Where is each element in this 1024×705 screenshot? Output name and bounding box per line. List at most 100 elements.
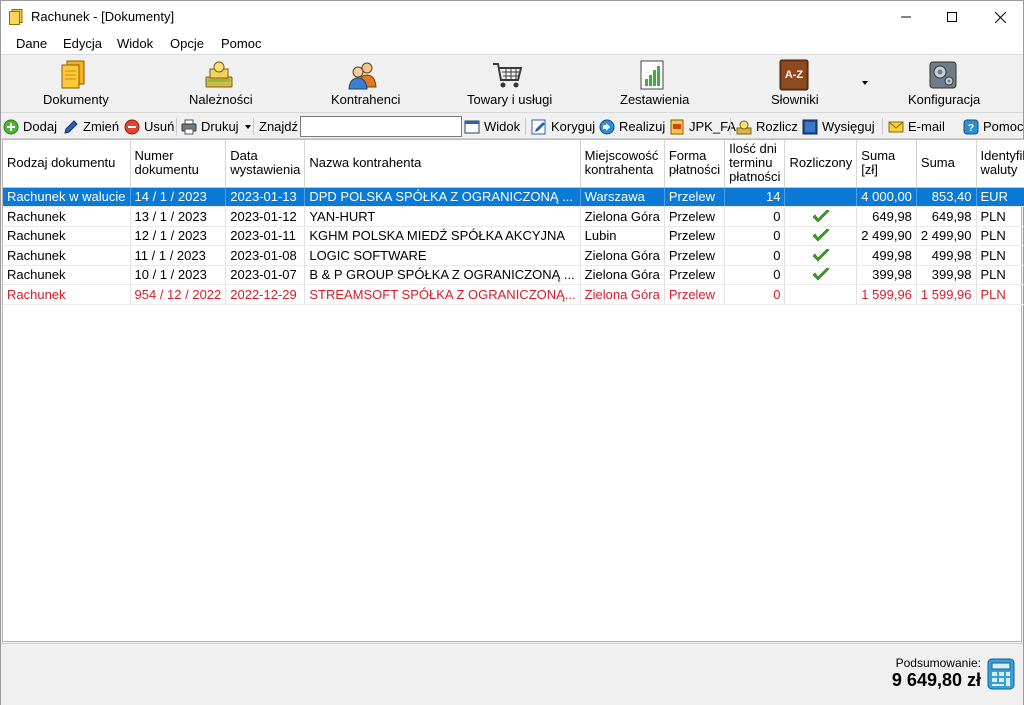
add-icon [3,119,19,134]
cell-miejscowosc: Warszawa [580,187,665,207]
menu-widok[interactable]: Widok [116,36,154,51]
dictionary-book-icon: A-Z [779,59,809,91]
menu-pomoc[interactable]: Pomoc [220,36,262,51]
kontrahenci-button[interactable]: Kontrahenci [329,56,400,112]
rozlicz-button[interactable]: Rozlicz [736,117,798,136]
zestawienia-label: Zestawienia [620,92,690,107]
widok-button[interactable]: Widok [464,117,520,136]
cell-rodzaj: Rachunek [3,226,131,246]
dropdown-arrow-icon [862,81,868,85]
znajdz-label: Znajdź [259,119,299,134]
checkmark-icon [812,228,830,242]
koryguj-button[interactable]: Koryguj [531,117,595,136]
documents-icon [61,60,85,89]
column-header[interactable]: Ilość dni terminu płatności [724,140,786,188]
cell-nazwa: DPD POLSKA SPÓŁKA Z OGRANICZONĄ ... [304,187,581,207]
column-header[interactable]: Rozliczony [784,140,858,188]
title-bar: Rachunek - [Dokumenty] [1,1,1023,33]
email-button[interactable]: E-mail [888,117,945,136]
column-header[interactable]: Identyfikator waluty [976,140,1024,188]
cell-rozliczony [784,265,858,285]
calculator-icon[interactable] [987,658,1015,690]
column-header[interactable]: Miejscowość kontrahenta [580,140,665,188]
slowniki-icon-text: A-Z [785,69,804,81]
help-icon: ? [963,119,979,134]
cell-rozliczony [784,245,858,266]
cell-numer: 14 / 1 / 2023 [130,187,227,207]
printer-icon [181,119,197,134]
cell-forma: Przelew [664,284,726,305]
cell-suma: 399,98 [916,265,977,285]
jpk-button[interactable]: JPK_FA [669,117,736,136]
cell-ilosc: 0 [724,284,786,305]
usun-button[interactable]: Usuń [124,117,174,136]
pomoc-button[interactable]: ? Pomoc [963,117,1023,136]
column-header[interactable]: Suma [916,140,977,188]
summary-value: 9 649,80 zł [891,670,981,690]
slowniki-button[interactable]: A-Z Słowniki [767,56,823,112]
naleznosci-label: Należności [189,92,253,107]
action-toolbar: Dodaj Zmień Usuń Drukuj Znajdź Widok Kor… [1,114,1023,139]
app-document-icon [9,9,23,25]
view-window-icon [464,120,480,133]
cell-rozliczony [784,284,858,305]
drukuj-button[interactable]: Drukuj [181,117,251,136]
dodaj-button[interactable]: Dodaj [3,117,57,136]
table-row[interactable]: Rachunek 13 / 1 / 2023 2023-01-12 YAN-HU… [3,206,1024,227]
email-envelope-icon [888,121,904,132]
cell-suma-zl: 1 599,96 [856,284,917,305]
realizuj-button[interactable]: Realizuj [599,117,665,136]
shopping-cart-icon [493,63,523,88]
cell-suma: 499,98 [916,245,977,266]
zmien-button[interactable]: Zmień [63,117,119,136]
documents-grid[interactable]: Rodzaj dokumentu Numer dokumentu Data wy… [2,139,1024,642]
konfiguracja-button[interactable]: Konfiguracja [905,56,981,112]
column-header[interactable]: Rodzaj dokumentu [3,140,131,188]
cell-waluta: EUR [976,187,1024,207]
table-row[interactable]: Rachunek w walucie 14 / 1 / 2023 2023-01… [3,187,1024,207]
drukuj-dropdown-icon [244,124,251,129]
column-header[interactable]: Nazwa kontrahenta [304,140,581,188]
column-header[interactable]: Data wystawienia [225,140,306,188]
cell-data: 2023-01-11 [225,226,306,246]
cell-suma-zl: 649,98 [856,206,917,227]
table-row[interactable]: Rachunek 12 / 1 / 2023 2023-01-11 KGHM P… [3,226,1024,246]
cell-waluta: PLN [976,206,1024,227]
wysiegnij-label: Wysięguj [822,119,875,134]
realize-icon [599,119,615,134]
close-button[interactable] [977,1,1023,33]
report-chart-icon [640,60,664,90]
table-row[interactable]: Rachunek 11 / 1 / 2023 2023-01-08 LOGIC … [3,245,1024,266]
search-input[interactable] [300,116,462,137]
zestawienia-button[interactable]: Zestawienia [618,56,690,112]
minimize-button[interactable] [883,1,929,33]
maximize-button[interactable] [929,1,975,33]
table-row[interactable]: Rachunek 954 / 12 / 2022 2022-12-29 STRE… [3,284,1024,305]
wysiegnij-button[interactable]: Wysięguj [802,117,875,136]
column-header[interactable]: Forma płatności [664,140,726,188]
towary-button[interactable]: Towary i usługi [465,56,552,112]
close-icon [994,11,1006,23]
menu-opcje[interactable]: Opcje [169,36,205,51]
checkmark-icon [812,267,830,281]
cell-suma-zl: 499,98 [856,245,917,266]
cell-rozliczony [784,226,858,246]
menu-edycja[interactable]: Edycja [62,36,103,51]
cell-suma-zl: 399,98 [856,265,917,285]
column-header[interactable]: Numer dokumentu [130,140,227,188]
cell-rodzaj: Rachunek [3,284,131,305]
menu-dane[interactable]: Dane [15,36,48,51]
zmien-label: Zmień [83,119,120,134]
toolbar-separator [253,118,254,135]
cell-forma: Przelew [664,206,726,227]
table-row[interactable]: Rachunek 10 / 1 / 2023 2023-01-07 B & P … [3,265,1024,285]
dokumenty-button[interactable]: Dokumenty [41,56,109,112]
edit-pencil-icon [64,119,78,134]
column-header[interactable]: Suma [zł] [856,140,917,188]
cell-ilosc: 14 [724,187,786,207]
maximize-icon [947,12,957,22]
slowniki-dropdown[interactable] [857,56,873,112]
dodaj-label: Dodaj [23,119,57,134]
summary-bar: Podsumowanie: 9 649,80 zł [1,643,1023,705]
naleznosci-button[interactable]: Należności [185,56,255,112]
